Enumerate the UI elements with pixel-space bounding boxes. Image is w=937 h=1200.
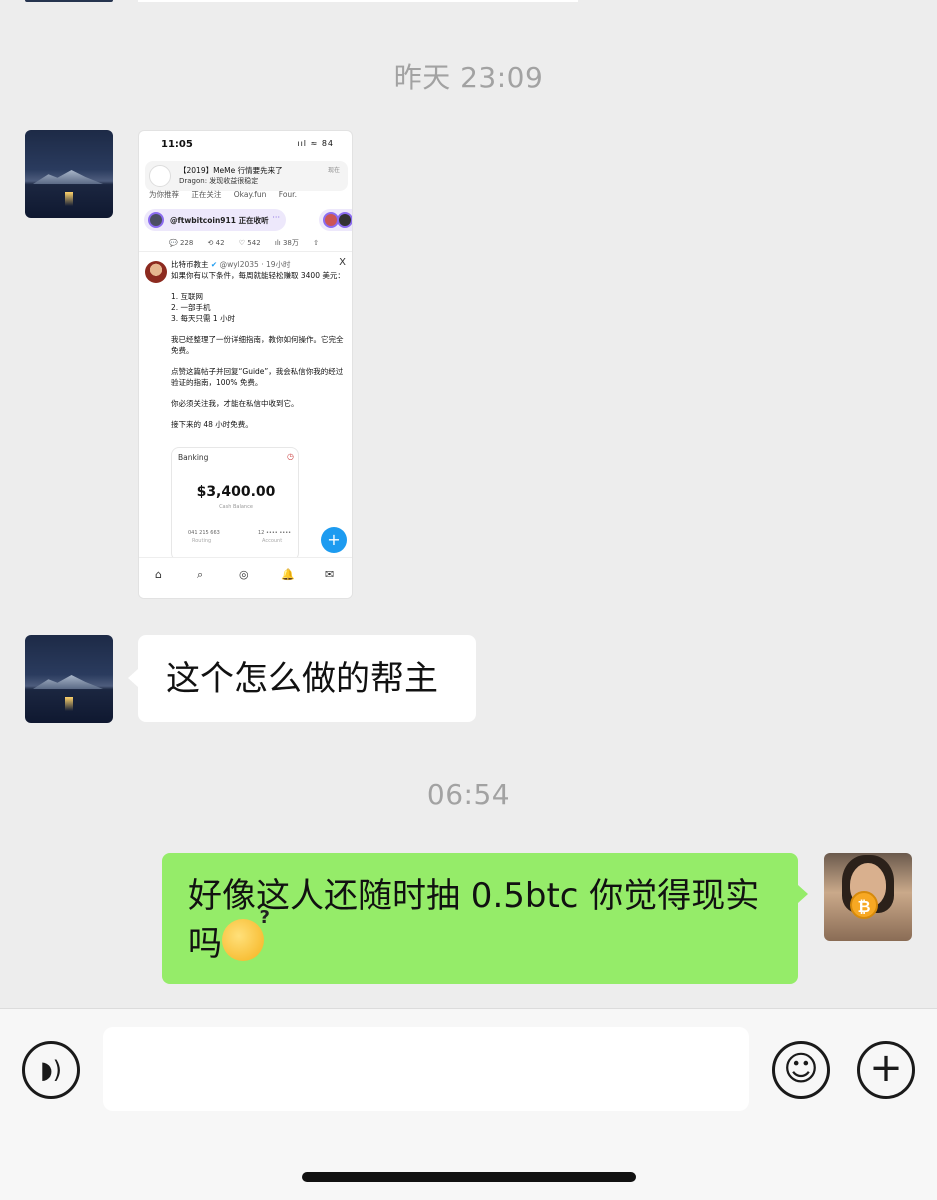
post-paragraph: 点赞这篇帖子并回复“Guide”，我会私信你我的经过验证的指南，100% 免费。: [171, 367, 344, 387]
contact-avatar[interactable]: [25, 130, 113, 218]
message-text: 好像这人还随时抽 0.5btc 你觉得现实吗: [188, 876, 760, 964]
previous-avatar-edge: [25, 0, 113, 2]
stat-likes: ♡ 542: [238, 239, 261, 247]
live-avatar: [148, 212, 164, 228]
search-icon: ⌕: [197, 568, 204, 581]
account-number: 12 •••• ••••: [258, 530, 292, 536]
home-icon: ⌂: [155, 568, 162, 581]
notifications-icon: 🔔: [281, 568, 295, 581]
light-reflection: [65, 697, 73, 711]
image-live-banner: @ftwbitcoin911 正在收听 ···: [144, 209, 286, 231]
clock-icon: ◷: [287, 452, 294, 461]
banking-title: Banking: [178, 453, 209, 462]
image-status-time: 11:05: [161, 139, 193, 150]
post-author-handle: @wyl2035 · 19小时: [219, 260, 291, 269]
notification-subtitle: Dragon: 发现收益很稳定: [179, 177, 259, 185]
post-paragraph: 接下来的 48 小时免费。: [171, 420, 253, 429]
live-avatar: [337, 212, 352, 228]
stat-views: ılı 38万: [274, 239, 299, 247]
post-paragraph: 我已经整理了一份详细指南，教你如何操作。它完全免费。: [171, 335, 344, 355]
x-logo-icon: X: [339, 257, 346, 268]
post-body: 如果你有以下条件，每周就能轻松赚取 3400 美元： 1. 互联网 2. 一部手…: [171, 270, 349, 440]
notification-app-icon: [149, 165, 171, 187]
image-divider: [139, 251, 352, 252]
image-tab: 为你推荐: [149, 190, 179, 199]
notification-time: 现在: [327, 167, 340, 174]
image-tab: Four.: [278, 190, 297, 199]
routing-label: Routing: [192, 538, 212, 544]
banking-caption: Cash Balance: [219, 504, 253, 510]
notification-title: 【2019】MeMe 行情要先来了: [179, 166, 283, 175]
live-dots: ···: [272, 213, 280, 222]
post-paragraph: 如果你有以下条件，每周就能轻松赚取 3400 美元：: [171, 271, 345, 280]
image-tab: 正在关注: [191, 190, 222, 199]
voice-input-icon[interactable]: ◗): [22, 1041, 80, 1099]
message-input[interactable]: [103, 1027, 749, 1111]
stat-replies: 💬 228: [169, 239, 194, 247]
mountain-graphic: [33, 675, 103, 689]
compose-fab-icon: +: [321, 527, 347, 553]
message-bubble-sent[interactable]: 好像这人还随时抽 0.5btc 你觉得现实吗: [162, 853, 808, 984]
messages-icon: ✉: [325, 568, 335, 581]
banking-card: Banking ◷ $3,400.00 Cash Balance 041 215…: [171, 447, 299, 561]
light-reflection: [65, 192, 73, 206]
emoji-button-icon[interactable]: ☺: [772, 1041, 830, 1099]
live-text: @ftwbitcoin911 正在收听: [170, 216, 269, 225]
bitcoin-icon: ₿: [850, 891, 878, 919]
contact-avatar[interactable]: [25, 635, 113, 723]
my-avatar[interactable]: ₿: [824, 853, 912, 941]
timestamp-yesterday: 昨天 23:09: [393, 61, 544, 94]
account-label: Account: [262, 538, 283, 544]
mountain-graphic: [33, 170, 103, 184]
message-bubble-received[interactable]: 这个怎么做的帮主: [128, 635, 476, 722]
post-author-name: 比特币教主: [171, 260, 209, 269]
image-notification: 【2019】MeMe 行情要先来了 Dragon: 发现收益很稳定 现在: [145, 161, 348, 191]
previous-bubble-edge: [138, 0, 578, 2]
routing-number: 041 215 663: [188, 530, 220, 536]
banking-amount: $3,400.00: [196, 484, 276, 500]
thinking-emoji-icon: [222, 907, 270, 961]
shared-image-message[interactable]: 11:05 ııl ≈ 84 【2019】MeMe 行情要先来了 Dragon:…: [138, 130, 353, 599]
image-bottom-nav: ⌂ ⌕ ◎ 🔔 ✉: [139, 557, 352, 598]
post-author: 比特币教主 ✔ @wyl2035 · 19小时: [171, 259, 291, 270]
home-indicator[interactable]: [302, 1172, 636, 1182]
timestamp-today: 06:54: [426, 778, 511, 811]
message-text: 这个怎么做的帮主: [166, 659, 438, 699]
image-live-banner-2: [319, 209, 352, 231]
image-tabs: 为你推荐 正在关注 Okay.fun Four.: [149, 189, 349, 200]
more-button-icon[interactable]: +: [857, 1041, 915, 1099]
verified-icon: ✔: [210, 260, 218, 269]
stat-share: ⇧: [313, 239, 319, 247]
post-author-avatar: [145, 261, 167, 283]
image-post-stats: 💬 228 ⟲ 42 ♡ 542 ılı 38万 ⇧: [169, 238, 349, 248]
post-paragraph: 1. 互联网 2. 一部手机 3. 每天只需 1 小时: [171, 292, 236, 323]
stat-reposts: ⟲ 42: [207, 239, 225, 247]
grok-icon: ◎: [239, 568, 249, 581]
image-status-icons: ııl ≈ 84: [297, 139, 334, 148]
image-tab: Okay.fun: [233, 190, 267, 199]
post-paragraph: 你必须关注我，才能在私信中收到它。: [171, 399, 299, 408]
